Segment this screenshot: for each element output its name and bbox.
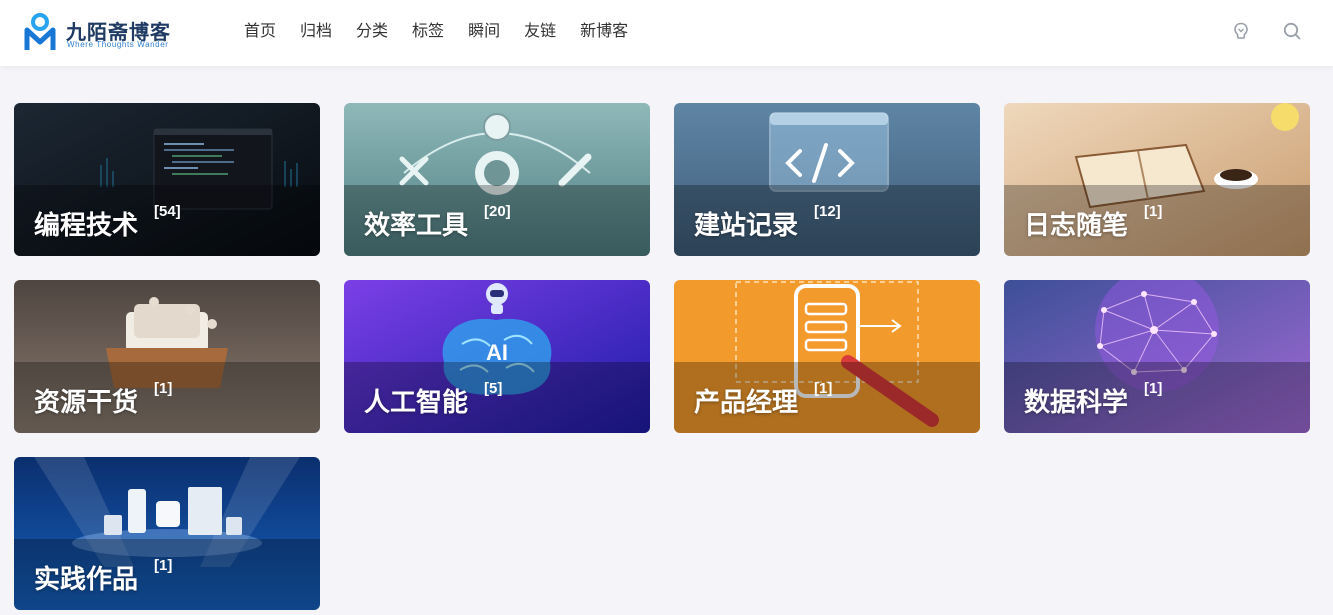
- nav-item-home[interactable]: 首页: [244, 20, 276, 44]
- category-card-programming[interactable]: 编程技术 [54]: [14, 103, 320, 256]
- nav-item-categories[interactable]: 分类: [356, 20, 388, 44]
- category-card-resources[interactable]: 资源干货 [1]: [14, 280, 320, 433]
- category-name: 效率工具: [364, 210, 469, 240]
- nav-item-moments[interactable]: 瞬间: [468, 20, 500, 44]
- site-subtitle: Where Thoughts Wander: [67, 40, 169, 49]
- category-post-count: [5]: [484, 380, 503, 397]
- site-header: 九陌斋博客 Where Thoughts Wander 首页 归档 分类 标签 …: [0, 0, 1333, 66]
- category-post-count: [1]: [814, 380, 833, 397]
- category-post-count: [1]: [1144, 380, 1163, 397]
- category-name: 日志随笔: [1024, 210, 1129, 240]
- main-nav: 首页 归档 分类 标签 瞬间 友链 新博客: [244, 20, 652, 44]
- category-post-count: [1]: [154, 557, 173, 574]
- category-post-count: [1]: [1144, 203, 1163, 220]
- category-card-site-building[interactable]: 建站记录 [12]: [674, 103, 980, 256]
- category-name: 编程技术: [34, 210, 139, 240]
- category-post-count: [1]: [154, 380, 173, 397]
- category-card-data-science[interactable]: 数据科学 [1]: [1004, 280, 1310, 433]
- category-name: 资源干货: [34, 387, 139, 417]
- nav-item-friends[interactable]: 友链: [524, 20, 556, 44]
- category-post-count: [54]: [154, 203, 181, 220]
- category-name: 实践作品: [34, 564, 139, 594]
- category-name: 人工智能: [364, 387, 469, 417]
- category-card-product-manager[interactable]: 产品经理 [1]: [674, 280, 980, 433]
- nav-item-archive[interactable]: 归档: [300, 20, 332, 44]
- category-name: 产品经理: [694, 387, 799, 417]
- category-card-journal[interactable]: 日志随笔 [1]: [1004, 103, 1310, 256]
- nav-item-new-blog[interactable]: 新博客: [580, 20, 628, 44]
- category-name: 建站记录: [694, 210, 799, 240]
- category-card-projects[interactable]: 实践作品 [1]: [14, 457, 320, 610]
- category-post-count: [12]: [814, 203, 841, 220]
- search-icon[interactable]: [1282, 21, 1302, 41]
- category-post-count: [20]: [484, 203, 511, 220]
- site-logo[interactable]: 九陌斋博客 Where Thoughts Wander: [24, 10, 184, 54]
- theme-toggle-icon[interactable]: [1231, 21, 1251, 41]
- category-name: 数据科学: [1024, 387, 1129, 417]
- nav-item-tags[interactable]: 标签: [412, 20, 444, 44]
- logo-mark-icon: [24, 13, 56, 50]
- category-card-productivity-tools[interactable]: 效率工具 [20]: [344, 103, 650, 256]
- category-card-ai[interactable]: AI 人工智能 [5]: [344, 280, 650, 433]
